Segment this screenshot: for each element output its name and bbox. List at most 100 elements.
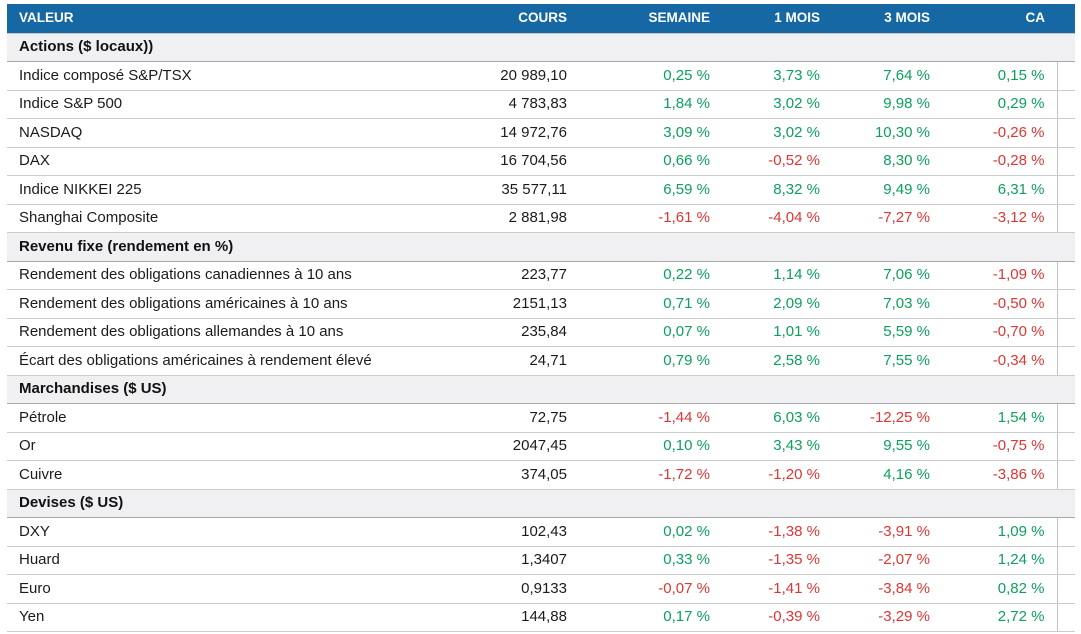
cours-value: 144,88 <box>447 603 597 632</box>
cell-1mois: 3,02 % <box>740 90 850 119</box>
pct-value: 5,59 % <box>883 323 930 340</box>
cell-ca: 0,29 % <box>960 90 1058 119</box>
cell-1mois: 1,01 % <box>740 318 850 347</box>
pct-value: -7,27 % <box>878 209 930 226</box>
table-row: Indice NIKKEI 225 35 577,11 6,59 % 8,32 … <box>7 175 1075 205</box>
market-summary-table: VALEUR COURS SEMAINE 1 MOIS 3 MOIS CA Ac… <box>7 4 1075 632</box>
cell-ca: 0,15 % <box>960 61 1058 91</box>
cell-3mois: 8,30 % <box>850 147 960 176</box>
pct-value: 0,66 % <box>663 152 710 169</box>
pct-value: 0,79 % <box>663 351 710 369</box>
pct-value: 8,30 % <box>883 152 930 169</box>
cell-1mois: -1,38 % <box>740 517 850 547</box>
pct-value: -0,52 % <box>768 152 820 169</box>
pct-value: 6,31 % <box>997 180 1045 198</box>
table-row: DAX 16 704,56 0,66 % -0,52 % 8,30 % -0,2… <box>7 147 1075 176</box>
pct-value: -1,09 % <box>992 266 1045 283</box>
cell-3mois: -3,91 % <box>850 517 960 547</box>
pct-value: 7,64 % <box>883 66 930 84</box>
row-label: Yen <box>7 603 447 632</box>
pct-value: 1,09 % <box>997 522 1045 540</box>
cell-3mois: 7,03 % <box>850 289 960 319</box>
cell-ca: -0,70 % <box>960 318 1058 347</box>
pct-value: 0,71 % <box>663 294 710 312</box>
row-label: Cuivre <box>7 460 447 490</box>
cell-1mois: 3,73 % <box>740 61 850 91</box>
pct-value: 0,33 % <box>663 551 710 568</box>
cell-semaine: -1,72 % <box>597 460 740 490</box>
row-label: Or <box>7 432 447 461</box>
pct-value: -0,70 % <box>992 323 1045 340</box>
pct-value: -3,91 % <box>878 522 930 540</box>
cell-3mois: 4,16 % <box>850 460 960 490</box>
spacer-cell <box>1057 289 1075 319</box>
cell-semaine: 0,17 % <box>597 603 740 632</box>
cell-ca: 1,54 % <box>960 403 1058 433</box>
pct-value: 0,29 % <box>997 95 1045 112</box>
pct-value: -1,38 % <box>768 522 820 540</box>
header-row: VALEUR COURS SEMAINE 1 MOIS 3 MOIS CA <box>7 4 1075 34</box>
pct-value: 3,43 % <box>773 437 820 454</box>
spacer-cell <box>1057 318 1075 347</box>
cell-semaine: 6,59 % <box>597 175 740 205</box>
cours-value: 2151,13 <box>447 289 597 319</box>
pct-value: 9,49 % <box>883 180 930 198</box>
col-header-semaine: SEMAINE <box>597 4 740 34</box>
table-row: Rendement des obligations américaines à … <box>7 289 1075 319</box>
spacer-cell <box>1057 61 1075 91</box>
pct-value: -4,04 % <box>768 209 820 226</box>
cell-ca: -0,26 % <box>960 118 1058 148</box>
pct-value: -1,72 % <box>658 465 710 483</box>
cell-1mois: -1,35 % <box>740 546 850 575</box>
pct-value: -1,35 % <box>768 551 820 568</box>
pct-value: -0,26 % <box>992 123 1045 141</box>
cell-1mois: 2,09 % <box>740 289 850 319</box>
table-row: Shanghai Composite 2 881,98 -1,61 % -4,0… <box>7 204 1075 233</box>
pct-value: 3,73 % <box>773 66 820 84</box>
pct-value: -1,44 % <box>658 408 710 426</box>
cours-value: 35 577,11 <box>447 175 597 205</box>
row-label: NASDAQ <box>7 118 447 148</box>
col-header-cours: COURS <box>447 4 597 34</box>
spacer-cell <box>1057 90 1075 119</box>
cell-semaine: 3,09 % <box>597 118 740 148</box>
cell-1mois: -1,41 % <box>740 574 850 604</box>
pct-value: -0,50 % <box>992 294 1045 312</box>
cell-3mois: -12,25 % <box>850 403 960 433</box>
pct-value: 7,03 % <box>883 294 930 312</box>
spacer-cell <box>1057 546 1075 575</box>
spacer-cell <box>1057 118 1075 148</box>
cours-value: 14 972,76 <box>447 118 597 148</box>
cours-value: 102,43 <box>447 517 597 547</box>
pct-value: -0,34 % <box>992 351 1045 369</box>
cell-1mois: -0,52 % <box>740 147 850 176</box>
cell-3mois: -2,07 % <box>850 546 960 575</box>
section-row-revenu-fixe: Revenu fixe (rendement en %) <box>7 232 1075 262</box>
cell-semaine: -1,44 % <box>597 403 740 433</box>
cell-3mois: 7,55 % <box>850 346 960 376</box>
cell-3mois: 7,64 % <box>850 61 960 91</box>
spacer-cell <box>1057 432 1075 461</box>
cell-semaine: 0,10 % <box>597 432 740 461</box>
pct-value: 0,15 % <box>997 66 1045 84</box>
row-label: DXY <box>7 517 447 547</box>
spacer-cell <box>1057 574 1075 604</box>
row-label: Écart des obligations américaines à rend… <box>7 346 447 376</box>
section-title: Actions ($ locaux)) <box>7 32 1075 62</box>
cell-3mois: 5,59 % <box>850 318 960 347</box>
cours-value: 4 783,83 <box>447 90 597 119</box>
pct-value: 0,02 % <box>663 522 710 540</box>
row-label: Rendement des obligations américaines à … <box>7 289 447 319</box>
cell-1mois: -4,04 % <box>740 204 850 233</box>
cell-1mois: 6,03 % <box>740 403 850 433</box>
table-row: Indice S&P 500 4 783,83 1,84 % 3,02 % 9,… <box>7 90 1075 119</box>
table-row: NASDAQ 14 972,76 3,09 % 3,02 % 10,30 % -… <box>7 118 1075 148</box>
table-row: Rendement des obligations canadiennes à … <box>7 261 1075 290</box>
spacer-cell <box>1057 204 1075 233</box>
pct-value: 1,84 % <box>663 95 710 112</box>
pct-value: -0,28 % <box>992 152 1045 169</box>
pct-value: 9,98 % <box>883 95 930 112</box>
row-label: Shanghai Composite <box>7 204 447 233</box>
table-row: Rendement des obligations allemandes à 1… <box>7 318 1075 347</box>
table-row: Pétrole 72,75 -1,44 % 6,03 % -12,25 % 1,… <box>7 403 1075 433</box>
